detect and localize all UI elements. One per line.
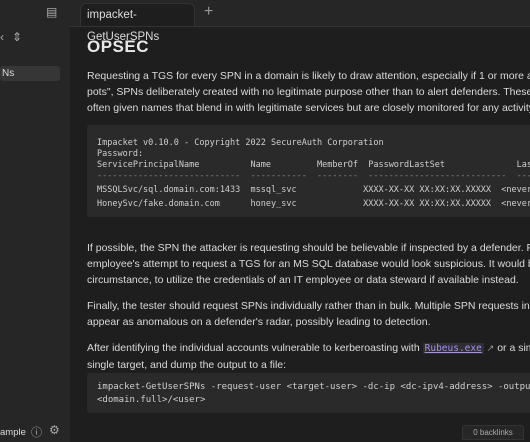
paragraph-after: After identifying the individual account… <box>87 340 530 373</box>
page-heading: OPSEC <box>87 37 150 56</box>
code-line: Password: <box>97 149 144 159</box>
para-text: or a similar tool, <box>497 342 530 354</box>
para-line: Requesting a TGS for every SPN in a doma… <box>87 70 530 82</box>
note-content: OPSEC Requesting a TGS for every SPN in … <box>87 26 530 442</box>
para-line: circumstance, to utilize the credentials… <box>87 274 519 286</box>
code-line: MSSQLSvc/sql.domain.com:1433 mssql_svc X… <box>97 185 530 195</box>
main-pane: ▤ impacket-GetUserSPNs + OPSEC Requestin… <box>46 0 530 442</box>
para-line: Finally, the tester should request SPNs … <box>87 300 530 312</box>
para-text: After identifying the individual account… <box>87 342 423 354</box>
code-block-command: impacket-GetUserSPNs -request-user <targ… <box>87 373 530 413</box>
sidebar: ‹ ⇕ Ns ample ⓘ ⚙ <box>0 0 71 442</box>
para-line: pots", SPNs deliberately created with no… <box>87 86 530 98</box>
code-block-output: Impacket v0.10.0 - Copyright 2022 Secure… <box>87 125 530 217</box>
paragraph-intro: Requesting a TGS for every SPN in a doma… <box>87 68 530 116</box>
chevron-left-icon[interactable]: ‹ <box>0 30 4 44</box>
para-line: employee's attempt to request a TGS for … <box>87 258 530 270</box>
code-line: Impacket v0.10.0 - Copyright 2022 Secure… <box>97 138 384 148</box>
sidebar-item-active[interactable]: Ns <box>0 66 60 81</box>
para-line: often given names that blend in with leg… <box>87 102 530 114</box>
backlinks-status[interactable]: 0 backlinks <box>462 425 524 440</box>
rubeus-link[interactable]: Rubeus.exe <box>422 343 484 354</box>
para-line: single target, and dump the output to a … <box>87 359 287 371</box>
code-line: ---------------------------- -----------… <box>97 171 530 181</box>
paragraph-believable: If possible, the SPN the attacker is req… <box>87 240 530 288</box>
help-icon[interactable]: ⓘ <box>31 424 42 440</box>
gear-icon[interactable]: ⚙ <box>49 423 60 437</box>
tab-active[interactable]: impacket-GetUserSPNs <box>80 3 195 43</box>
para-line: appear as anomalous on a defender's rada… <box>87 316 431 328</box>
tab-bar: ▤ impacket-GetUserSPNs + <box>46 0 530 43</box>
para-line: If possible, the SPN the attacker is req… <box>87 242 530 254</box>
paragraph-individual: Finally, the tester should request SPNs … <box>87 298 530 330</box>
code-line: impacket-GetUserSPNs -request-user <targ… <box>97 382 530 392</box>
sort-updown-icon[interactable]: ⇕ <box>12 30 22 44</box>
para-line: After identifying the individual account… <box>87 340 530 357</box>
code-line: <domain.full>/<user> <box>97 395 206 405</box>
vault-name[interactable]: ample <box>0 427 26 438</box>
sidebar-toggle-icon[interactable]: ▤ <box>46 5 57 19</box>
code-line: HoneySvc/fake.domain.com honey_svc XXXX-… <box>97 199 530 209</box>
code-line: ServicePrincipalName Name MemberOf Passw… <box>97 160 530 170</box>
new-tab-icon[interactable]: + <box>204 4 213 20</box>
